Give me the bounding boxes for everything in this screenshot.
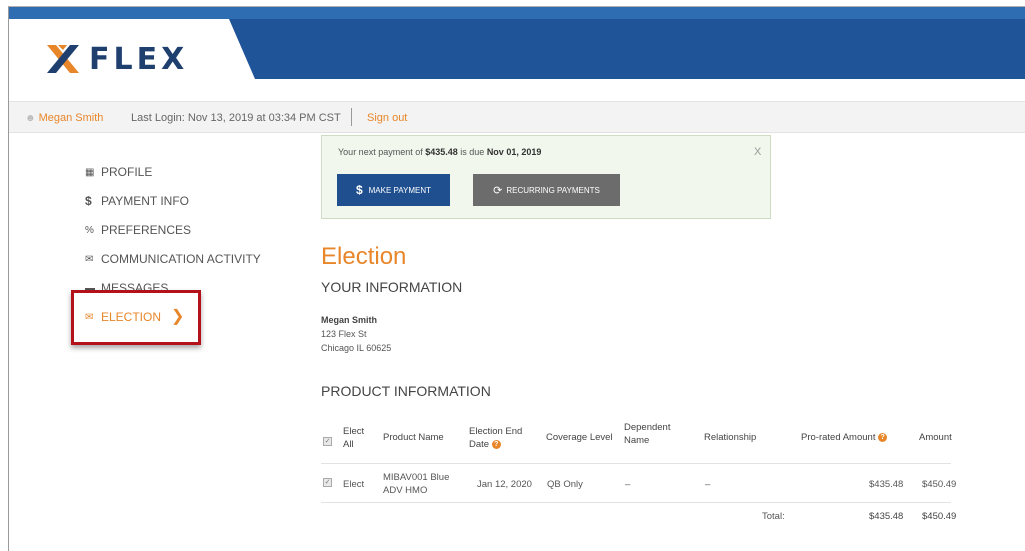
member-name: Megan Smith [321,315,378,325]
header-line: Date ? [469,438,522,451]
last-login: Last Login: Nov 13, 2019 at 03:34 PM CST [131,112,341,124]
sidebar-item-label: COMMUNICATION ACTIVITY [101,252,261,266]
notice-prefix: Your next payment of [338,147,426,157]
header-line: All [343,439,354,450]
divider [351,108,352,126]
user-name: Megan Smith [38,112,104,124]
flex-logo-icon [45,41,81,77]
total-label: Total: [762,511,785,522]
elect-checkbox[interactable]: ✓ [323,478,332,487]
highlight-box [71,290,201,345]
brand-logo[interactable]: FLEX [45,41,188,77]
user-bar: ☻ Megan Smith Last Login: Nov 13, 2019 a… [9,101,1025,133]
sidebar-item-preferences[interactable]: % PREFERENCES [85,223,191,237]
top-accent-bar [9,7,1025,19]
coverage-level: QB Only [547,479,583,490]
product-line: MIBAV001 Blue [383,472,450,483]
header-band [229,19,1025,79]
notice-due-date: Nov 01, 2019 [486,147,542,157]
header-line: Name [624,435,650,446]
page-title: Election [321,243,407,270]
col-header-end-date: Election End Date ? [469,425,522,451]
recurring-payments-button[interactable]: ⟳ RECURRING PAYMENTS [473,174,620,206]
sidebar-item-payment-info[interactable]: $ PAYMENT INFO [85,194,189,208]
header-text: Pro-rated Amount [801,432,876,443]
total-prorated: $435.48 [869,511,904,522]
col-header-product-name: Product Name [383,432,444,443]
product-name: MIBAV001 Blue ADV HMO [383,471,449,497]
col-header-coverage-level: Coverage Level [546,432,613,443]
brand-name: FLEX [89,41,189,77]
relationship: – [705,479,711,490]
header-line: Election End [469,426,523,437]
recurring-payments-label: RECURRING PAYMENTS [506,185,600,195]
notice-message: Your next payment of $435.48 is due Nov … [338,147,541,157]
id-card-icon: ▦ [85,166,95,178]
street-address: 123 Flex St [321,329,367,339]
header-text: Date [469,439,490,450]
row-divider [321,463,951,464]
sidebar-item-label: PAYMENT INFO [101,194,190,208]
header-line: Elect [343,426,365,437]
sidebar-item-label: PROFILE [101,165,153,179]
sidebar-item-label: PREFERENCES [101,223,192,237]
col-header-elect-all: Elect All [343,425,364,451]
product-information-heading: PRODUCT INFORMATION [321,383,491,399]
col-header-dependent-name: Dependent Name [624,421,670,447]
amount: $450.49 [922,479,957,490]
your-information-heading: YOUR INFORMATION [321,279,463,295]
sign-out-link[interactable]: Sign out [367,112,407,124]
make-payment-button[interactable]: $ MAKE PAYMENT [337,174,450,206]
user-icon: ☻ [25,113,36,124]
percent-icon: % [85,224,94,236]
total-amount: $450.49 [922,511,957,522]
info-icon[interactable]: ? [491,439,501,449]
elect-all-checkbox[interactable]: ✓ [323,437,332,446]
prorated-amount: $435.48 [869,479,904,490]
sidebar-item-communication-activity[interactable]: ✉ COMMUNICATION ACTIVITY [85,252,261,266]
col-header-amount: Amount [919,432,952,443]
row-divider [321,502,951,503]
sidebar-item-profile[interactable]: ▦ PROFILE [85,165,152,179]
envelope-icon: ✉ [85,253,94,265]
city-state-zip: Chicago IL 60625 [321,343,392,353]
elect-label: Elect [343,479,365,490]
user-link[interactable]: ☻ Megan Smith [25,112,103,124]
header-line: Dependent [624,422,671,433]
payment-notice: Your next payment of $435.48 is due Nov … [321,135,771,219]
notice-middle: is due [457,147,487,157]
col-header-relationship: Relationship [704,432,757,443]
dollar-icon: $ [85,194,92,208]
product-line: ADV HMO [383,485,428,496]
recurring-icon: ⟳ [493,184,503,197]
info-icon[interactable]: ? [878,432,888,442]
close-icon[interactable]: X [754,146,761,158]
col-header-prorated-amount: Pro-rated Amount ? [801,431,888,444]
address-block: Megan Smith 123 Flex St Chicago IL 60625 [321,313,391,355]
make-payment-label: MAKE PAYMENT [368,185,432,195]
dependent-name: – [625,479,631,490]
end-date: Jan 12, 2020 [477,479,532,490]
notice-amount: $435.48 [425,147,458,157]
dollar-icon: $ [355,183,363,197]
app-window: FLEX ☻ Megan Smith Last Login: Nov 13, 2… [8,6,1025,551]
